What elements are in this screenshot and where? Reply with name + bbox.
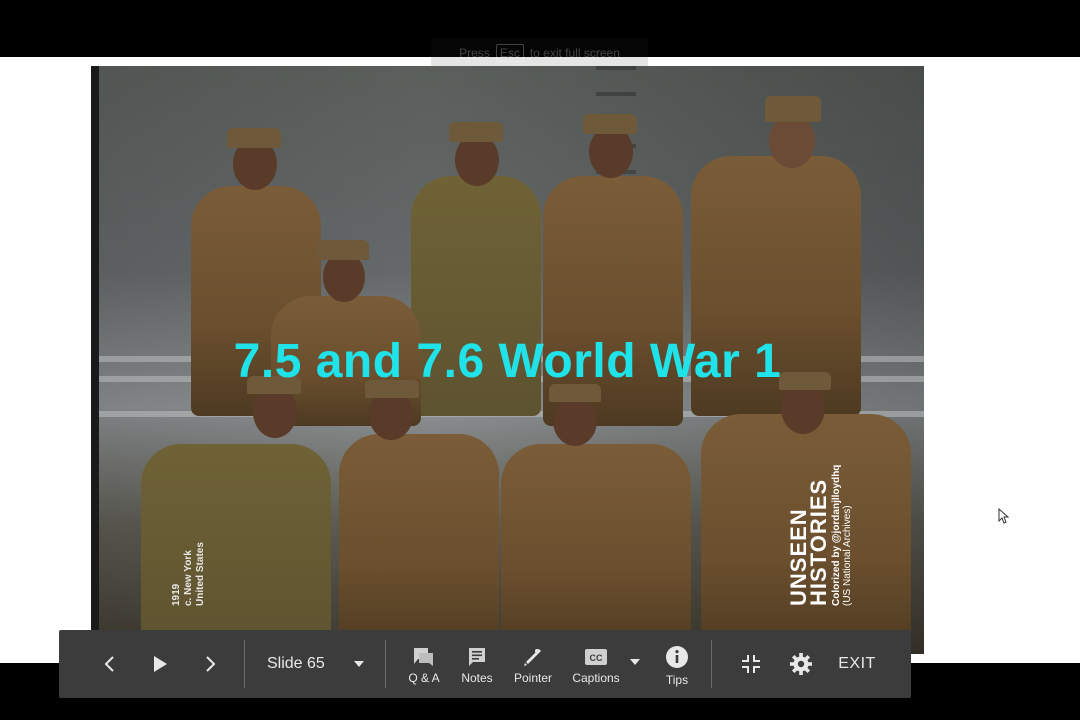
qa-label: Q & A xyxy=(408,671,440,685)
slide-title: 7.5 and 7.6 World War 1 xyxy=(233,335,782,388)
chevron-left-icon xyxy=(104,656,114,672)
presenter-control-bar: Slide 65 Q & A Notes Pointer CC Captions… xyxy=(59,630,911,698)
captions-button[interactable]: CC Captions xyxy=(567,642,625,690)
credit-source: (US National Archives) xyxy=(842,505,853,606)
photo-credit: UNSEEN HISTORIES Colorized by @jordanjll… xyxy=(786,464,853,606)
photo-soldier xyxy=(501,366,691,654)
exit-fullscreen-button[interactable] xyxy=(733,644,769,684)
exit-presentation-button[interactable]: EXIT xyxy=(827,646,887,682)
fullscreen-exit-icon xyxy=(742,655,760,673)
play-icon xyxy=(154,656,167,672)
photo-soldier xyxy=(339,366,499,654)
caret-down-icon xyxy=(630,659,640,665)
current-slide[interactable]: 7.5 and 7.6 World War 1 1919 c. New York… xyxy=(91,66,924,654)
gear-icon xyxy=(790,653,812,675)
laser-pointer-button[interactable]: Pointer xyxy=(509,642,557,690)
play-button[interactable] xyxy=(145,644,175,684)
question-answer-icon xyxy=(414,648,433,666)
credit-colorized-by: Colorized by @jordanjlloydhq xyxy=(831,464,842,606)
exit-fullscreen-toast: Press Esc to exit full screen xyxy=(431,38,648,68)
control-divider xyxy=(711,640,712,688)
control-divider xyxy=(244,640,245,688)
previous-slide-button[interactable] xyxy=(95,644,125,684)
next-slide-button[interactable] xyxy=(195,644,225,684)
pointer-label: Pointer xyxy=(513,671,553,685)
toast-suffix-text: to exit full screen xyxy=(529,46,620,60)
info-icon xyxy=(666,646,688,668)
captions-label: Captions xyxy=(572,671,620,685)
slide-number-label: Slide 65 xyxy=(267,655,325,672)
caret-down-icon xyxy=(354,661,364,667)
photo-country: United States xyxy=(195,542,206,606)
qa-button[interactable]: Q & A xyxy=(401,642,447,690)
laser-pointer-icon xyxy=(524,649,541,666)
photo-soldier xyxy=(141,366,331,654)
settings-button[interactable] xyxy=(783,644,819,684)
captions-options-button[interactable] xyxy=(627,652,643,672)
speaker-notes-button[interactable]: Notes xyxy=(453,642,501,690)
credit-brand-line2: HISTORIES xyxy=(806,478,831,606)
photo-city: c. New York xyxy=(183,550,194,606)
tips-label: Tips xyxy=(665,673,689,687)
notes-label: Notes xyxy=(461,671,493,685)
mouse-cursor-icon xyxy=(998,508,1010,524)
photo-year: 1919 xyxy=(171,583,182,606)
toast-press-text: Press xyxy=(459,46,490,60)
chevron-right-icon xyxy=(206,656,216,672)
svg-text:CC: CC xyxy=(590,653,603,663)
control-divider xyxy=(385,640,386,688)
slide-number-dropdown[interactable]: Slide 65 xyxy=(255,646,377,682)
tips-button[interactable]: Tips xyxy=(653,642,701,690)
closed-captions-icon: CC xyxy=(585,649,607,665)
esc-key-hint: Esc xyxy=(495,44,524,62)
speaker-notes-icon xyxy=(469,648,485,666)
photo-date-location: 1919 c. New York United States xyxy=(171,542,251,606)
